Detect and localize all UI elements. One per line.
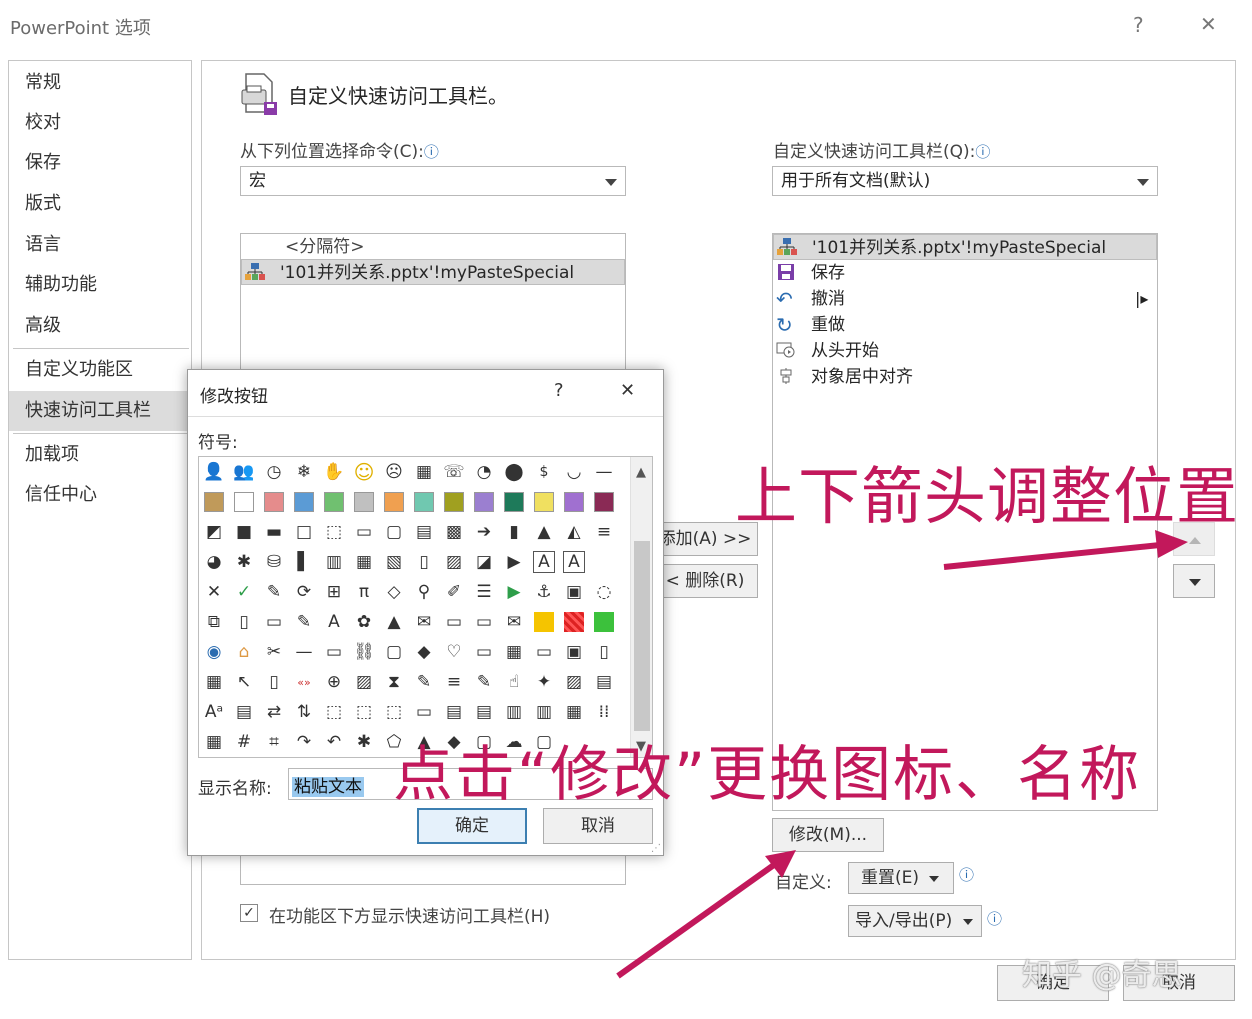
watermark: 知乎 @奇思	[1022, 958, 1182, 993]
annotation-arrow-to-up	[943, 530, 1188, 570]
annotation-arrow-to-modify	[616, 850, 796, 979]
annotation-arrows-overlay	[616, 530, 1188, 979]
